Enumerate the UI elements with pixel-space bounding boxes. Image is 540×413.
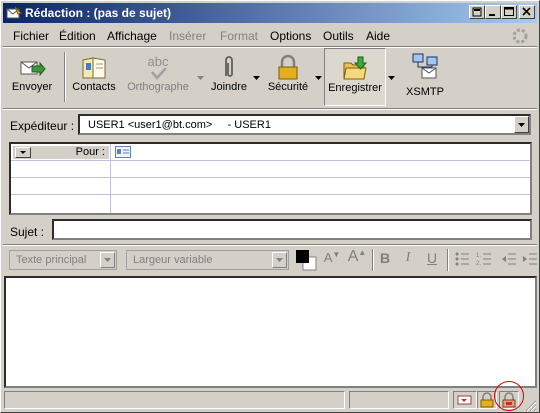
title-bar[interactable]: Rédaction : (pas de sujet) <box>3 3 537 23</box>
recipient-type-select[interactable]: Pour : <box>13 146 109 159</box>
attach-dropdown-icon[interactable] <box>253 76 260 80</box>
outdent-icon[interactable] <box>501 251 517 267</box>
increase-font-size-icon[interactable]: A▲ <box>345 248 369 268</box>
menu-view[interactable]: Affichage <box>107 29 157 43</box>
menu-bar: Fichier Édition Affichage Insérer Format… <box>3 25 537 45</box>
numbered-list-icon[interactable]: 1. 2. <box>476 251 492 267</box>
subject-input[interactable] <box>52 219 532 240</box>
format-separator-vertical <box>447 249 449 271</box>
recipient-row[interactable]: Pour : <box>11 144 530 161</box>
system-menu-icon[interactable] <box>469 5 485 19</box>
address-book-icon <box>82 57 106 79</box>
menu-tools[interactable]: Outils <box>323 29 354 43</box>
message-body-editor[interactable] <box>4 276 537 388</box>
compose-app-icon <box>6 6 22 19</box>
attach-button[interactable]: Joindre <box>205 48 253 106</box>
toolbar-separator <box>64 52 66 102</box>
send-button[interactable]: Envoyer <box>5 48 59 106</box>
status-text-panel <box>4 391 345 409</box>
svg-text:1.: 1. <box>476 253 481 259</box>
decrease-font-size-icon[interactable]: A▼ <box>321 250 343 270</box>
send-icon <box>20 61 46 77</box>
sender-dropdown-arrow-icon[interactable] <box>514 116 529 133</box>
bold-button[interactable]: B <box>378 250 392 270</box>
close-button[interactable] <box>519 5 535 19</box>
spelling-dropdown-icon[interactable] <box>197 76 204 80</box>
format-separator <box>3 244 537 246</box>
spellcheck-icon: abc <box>144 54 172 82</box>
recipients-list[interactable]: Pour : <box>9 142 532 215</box>
paragraph-style-select[interactable]: Texte principal <box>9 250 117 270</box>
menu-options[interactable]: Options <box>270 29 311 43</box>
compose-window: Rédaction : (pas de sujet) Fichier Éditi… <box>0 0 540 413</box>
maximize-button[interactable] <box>501 5 517 19</box>
save-dropdown-icon[interactable] <box>388 76 395 80</box>
font-select[interactable]: Largeur variable <box>126 250 289 270</box>
sender-label: Expéditeur : <box>10 119 75 133</box>
recipient-row[interactable] <box>11 178 530 195</box>
paragraph-style-dropdown-icon[interactable] <box>100 252 115 268</box>
underline-button[interactable]: U <box>425 250 439 270</box>
xsmtp-button[interactable]: XSMTP <box>399 48 451 106</box>
menu-edit[interactable]: Édition <box>59 29 96 43</box>
main-toolbar: Envoyer Contacts abc Orthographe Joindre… <box>3 48 537 106</box>
save-button[interactable]: Enregistrer <box>324 48 386 106</box>
sender-value: USER1 <user1@bt.com> - USER1 <box>88 119 271 131</box>
text-color-picker-icon[interactable] <box>295 249 317 271</box>
security-dropdown-icon[interactable] <box>315 76 322 80</box>
offline-status-icon[interactable] <box>453 391 477 409</box>
save-folder-icon <box>343 56 368 80</box>
menu-insert[interactable]: Insérer <box>169 29 206 43</box>
minimize-button[interactable] <box>485 5 501 19</box>
svg-text:2.: 2. <box>476 261 481 267</box>
font-dropdown-icon[interactable] <box>272 252 287 268</box>
spelling-button[interactable]: abc Orthographe <box>123 48 193 106</box>
recipient-column-divider <box>110 144 111 213</box>
contact-card-icon <box>115 146 131 158</box>
paperclip-icon <box>225 56 233 77</box>
status-progress-panel <box>349 391 449 409</box>
security-button[interactable]: Sécurité <box>263 48 313 106</box>
italic-button[interactable]: I <box>401 250 415 270</box>
sender-dropdown[interactable]: USER1 <user1@bt.com> - USER1 <box>78 114 531 135</box>
toolbar-separator-bottom <box>3 108 537 110</box>
recipient-type-label: Pour : <box>75 146 105 158</box>
highlight-circle <box>494 381 524 411</box>
contacts-button[interactable]: Contacts <box>69 48 119 106</box>
recipient-row[interactable] <box>11 161 530 178</box>
bulleted-list-icon[interactable] <box>454 251 470 267</box>
subject-label: Sujet : <box>10 225 45 239</box>
padlock-icon <box>278 54 298 80</box>
menu-format[interactable]: Format <box>220 29 258 43</box>
resize-grip-icon[interactable] <box>523 398 537 412</box>
window-title: Rédaction : (pas de sujet) <box>25 6 172 20</box>
menu-file[interactable]: Fichier <box>13 29 49 43</box>
menu-help[interactable]: Aide <box>366 29 390 43</box>
xsmtp-network-icon <box>412 53 438 79</box>
recipient-type-dropdown-icon[interactable] <box>15 147 31 158</box>
recipient-row[interactable] <box>11 195 530 212</box>
activity-throbber-icon <box>512 28 528 44</box>
format-separator-vertical <box>372 249 374 271</box>
indent-icon[interactable] <box>522 251 538 267</box>
